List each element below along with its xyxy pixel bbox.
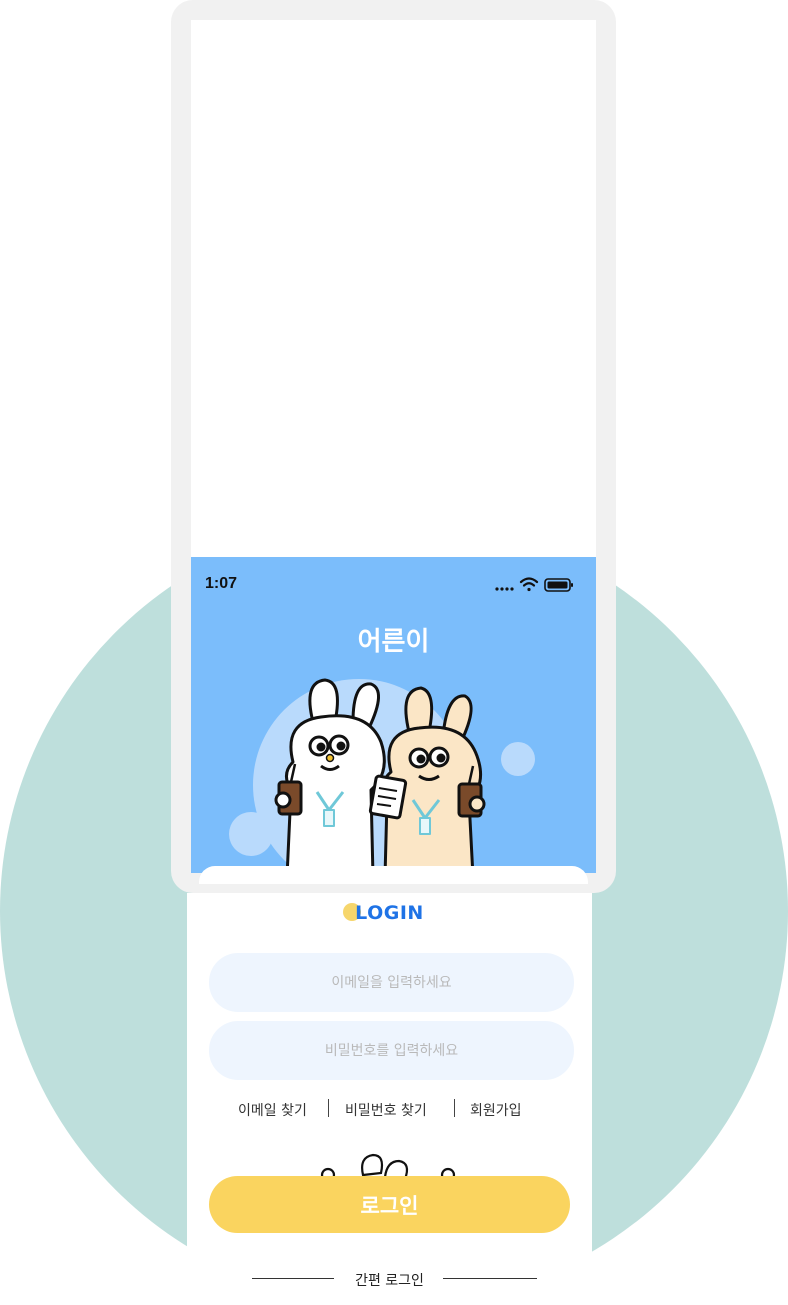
password-input[interactable]: [209, 1021, 574, 1080]
find-password-link[interactable]: 비밀번호 찾기: [345, 1100, 427, 1120]
status-time: 1:07: [205, 575, 238, 592]
login-button[interactable]: 로그인: [209, 1176, 570, 1233]
login-panel: LOGIN 이메일 찾기 비밀번호 찾기 회원가입 로그인 간편 로그인: [187, 893, 592, 1305]
easy-login-label: 간편 로그인: [355, 1273, 424, 1289]
link-divider: [454, 1099, 455, 1117]
mascot-illustration: [274, 678, 486, 873]
status-icons: [495, 577, 573, 592]
app-header: 1:07 어른이: [191, 557, 596, 873]
wifi-icon: [519, 577, 539, 592]
deco-cloud: [501, 742, 535, 776]
find-email-link[interactable]: 이메일 찾기: [238, 1100, 307, 1120]
email-input[interactable]: [209, 953, 574, 1012]
white-rabbit-mascot: [274, 678, 386, 873]
link-divider: [328, 1099, 329, 1117]
login-heading: LOGIN: [355, 902, 424, 924]
cream-rabbit-mascot: [368, 686, 486, 873]
app-title: 어른이: [357, 627, 430, 657]
signup-link[interactable]: 회원가입: [470, 1100, 522, 1120]
phone-screen-blank: [191, 20, 596, 557]
signal-dots-icon: [495, 587, 514, 591]
login-card-edge: [199, 866, 588, 884]
deco-cloud: [229, 812, 273, 856]
battery-icon: [544, 578, 573, 592]
